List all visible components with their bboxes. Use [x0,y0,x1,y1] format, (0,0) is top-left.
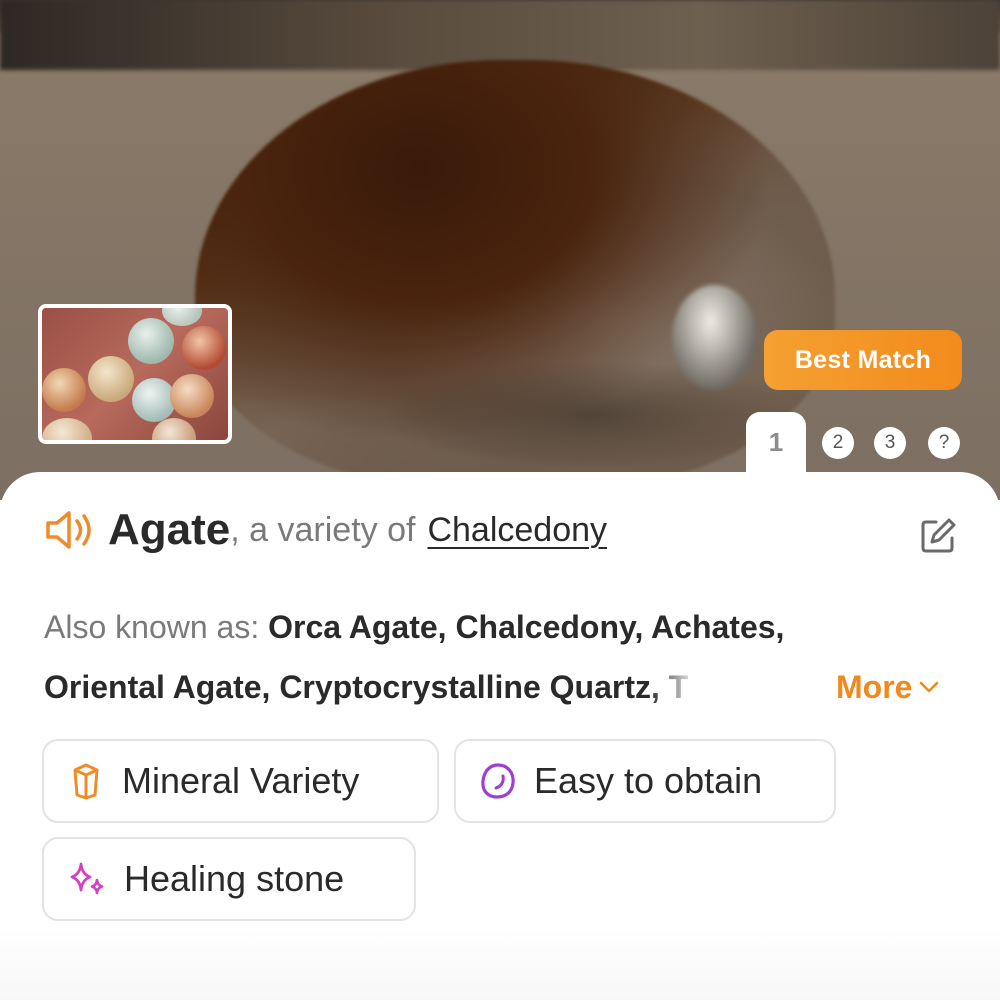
also-known-as: Also known as: Orca Agate, Chalcedony, A… [44,597,960,717]
stone-icon [481,763,515,799]
aka-line-1: Also known as: Orca Agate, Chalcedony, A… [44,597,960,657]
bead [162,308,202,326]
tab-result-3[interactable]: 3 [874,427,906,459]
more-label: More [836,669,913,705]
variety-connector: , a variety of [230,510,416,549]
more-button[interactable]: More [836,657,941,717]
aka-values-1: Orca Agate, Chalcedony, Achates, [268,609,785,645]
chip-healing-stone[interactable]: Healing stone [42,837,416,921]
reference-thumbnail[interactable] [38,304,232,444]
bead [128,318,174,364]
best-match-badge: Best Match [764,330,962,390]
bead [170,374,214,418]
chip-label: Healing stone [124,858,345,899]
tab-result-2[interactable]: 2 [822,427,854,459]
parent-mineral-link[interactable]: Chalcedony [427,511,607,550]
tab-result-1[interactable]: 1 [746,422,806,462]
bead [182,326,226,370]
chevron-down-icon [920,681,939,693]
tab-help[interactable]: ? [928,427,960,459]
aka-line-2: Oriental Agate, Cryptocrystalline Quartz… [44,657,960,717]
mineral-name: Agate [108,505,231,554]
stone-glint [672,285,757,390]
aka-values-2: Oriental Agate, Cryptocrystalline Quartz… [44,669,689,705]
chip-label: Mineral Variety [122,760,360,801]
chip-mineral-variety[interactable]: Mineral Variety [42,739,439,823]
chip-easy-to-obtain[interactable]: Easy to obtain [454,739,836,823]
crystal-icon [73,763,99,800]
edit-icon[interactable] [918,516,958,556]
bead [42,368,86,412]
result-title: Agate , a variety of Chalcedony [44,500,964,560]
chip-label: Easy to obtain [534,760,763,801]
bead [152,418,196,440]
bead [42,418,92,440]
bead [88,356,134,402]
card-bottom-fade [0,928,1000,1000]
sparkle-icon [70,862,104,895]
speaker-icon[interactable] [44,508,96,552]
aka-label: Also known as: [44,609,260,645]
